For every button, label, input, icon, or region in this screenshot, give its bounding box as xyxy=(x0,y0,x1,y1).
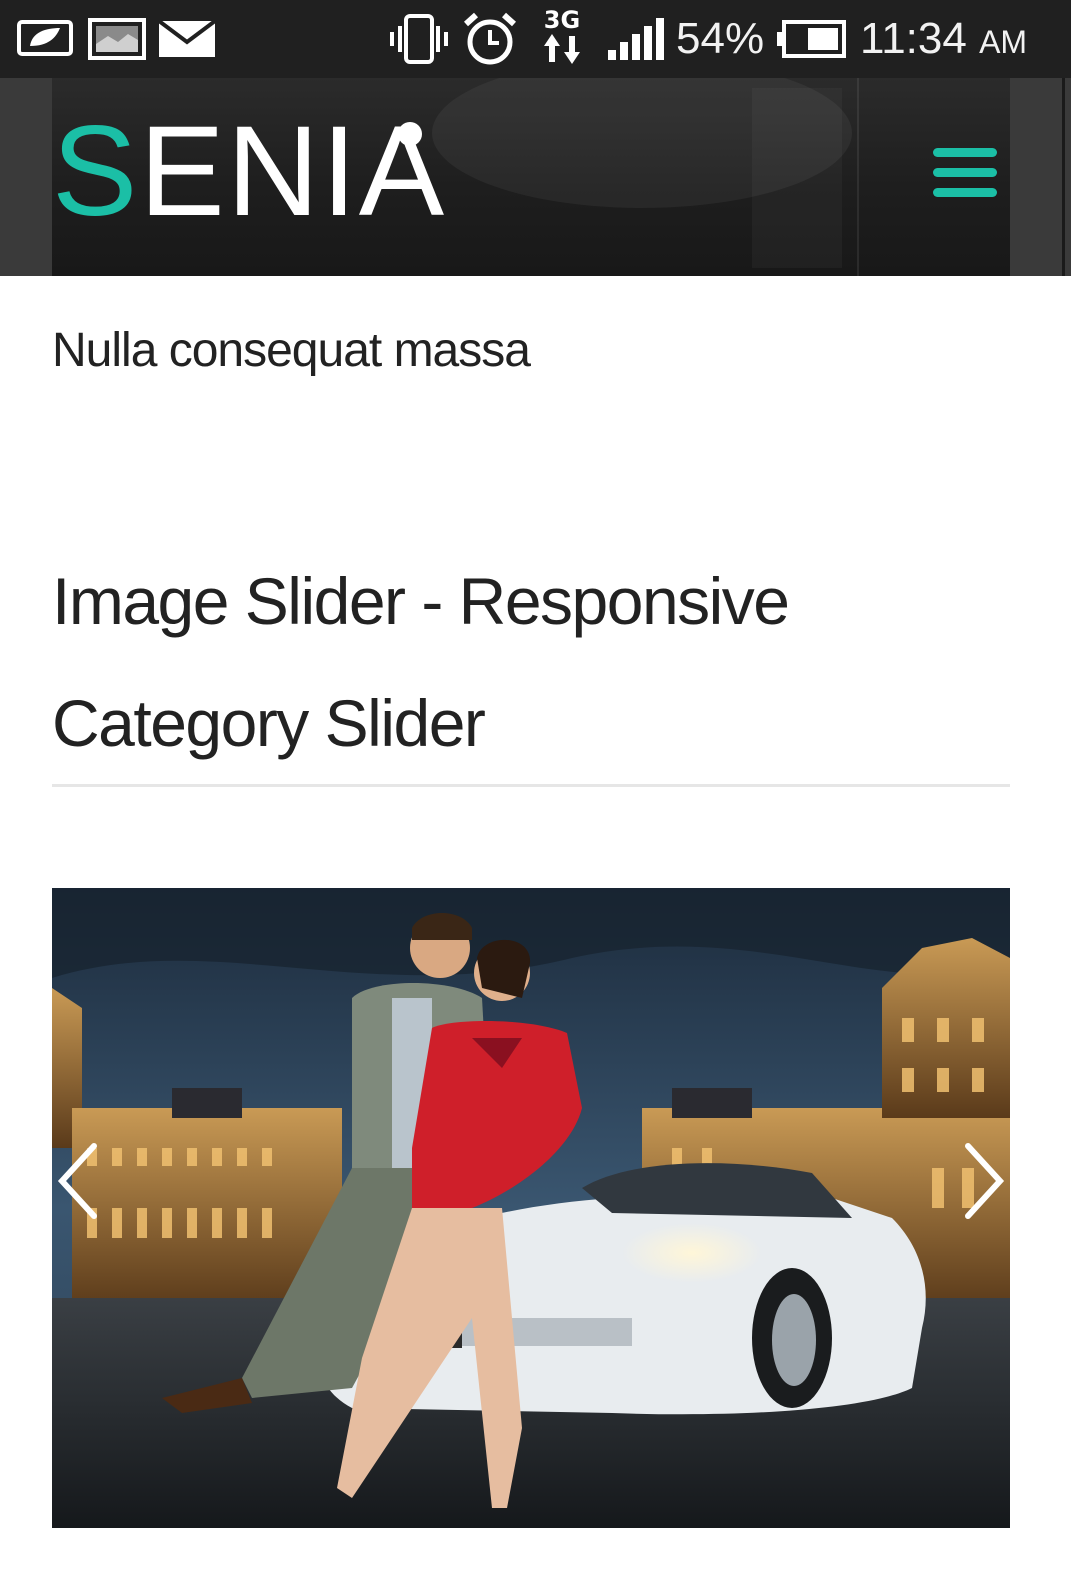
hamburger-menu-icon[interactable] xyxy=(933,148,999,200)
gallery-icon xyxy=(88,18,146,60)
chevron-left-icon[interactable] xyxy=(52,1136,112,1226)
chevron-right-icon[interactable] xyxy=(950,1136,1010,1226)
status-bar: 3G 54% 11:34 AM xyxy=(0,0,1071,78)
divider xyxy=(52,784,1010,787)
signal-icon xyxy=(608,18,664,60)
battery-percent: 54% xyxy=(676,14,765,63)
battery-icon xyxy=(777,20,846,58)
network-3g-icon: 3G xyxy=(540,8,584,68)
mail-icon xyxy=(158,20,216,57)
logo-dot-icon xyxy=(398,122,422,146)
alarm-icon xyxy=(463,12,517,65)
clock-time: 11:34 AM xyxy=(860,14,1028,63)
page-subtitle: Nulla consequat massa xyxy=(52,324,531,377)
vibrate-icon xyxy=(390,14,448,64)
battery-saver-icon xyxy=(17,20,73,56)
site-logo[interactable]: SENIA xyxy=(52,102,446,242)
slide-image xyxy=(52,888,1010,1528)
image-slider[interactable] xyxy=(52,888,1010,1528)
section-heading: Image Slider - Responsive Category Slide… xyxy=(52,564,790,760)
